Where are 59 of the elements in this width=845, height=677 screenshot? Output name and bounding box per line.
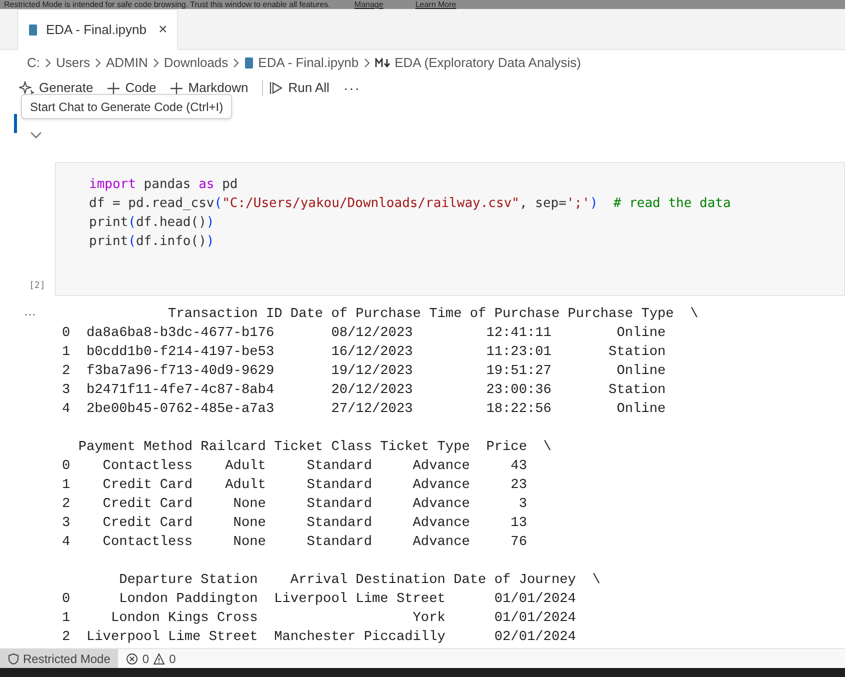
notebook-icon <box>28 24 38 36</box>
editor-tab[interactable]: EDA - Final.ipynb × <box>17 9 178 50</box>
run-all-icon <box>269 81 284 95</box>
output-line: Payment Method Railcard Ticket Class Ticket Type Price \ <box>77 439 552 457</box>
output-line: 4 2be00b45-0762-485e-a7a3 27/12/2023 18:22:56 Online <box>62 401 666 419</box>
tab-label: EDA - Final.ipynb <box>46 21 146 40</box>
output-line: Departure Station Arrival Destination Date of Journey \ <box>118 572 600 590</box>
code-cell[interactable]: import pandas as pd df = pd.read_csv("C:/Users/yakou/Downloads/railway.csv", sep=';') # read the data print(df.head()) print(df.info()) <box>55 162 845 296</box>
tooltip: Start Chat to Generate Code (Ctrl+I) <box>21 94 232 119</box>
code-line: df = pd.read_csv("C:/Users/yakou/Downloads/railway.csv", sep=';') # read the data <box>89 195 732 213</box>
chevron-right-icon <box>362 58 371 68</box>
breadcrumb-item[interactable]: Downloads <box>164 53 228 73</box>
problems-status[interactable]: 0 0 <box>118 650 184 668</box>
output-line: 2 Credit Card None Standard Advance 3 <box>62 496 527 514</box>
warning-icon <box>153 652 166 664</box>
output-line: 0 London Paddington Liverpool Lime Street 01/01/2024 <box>62 591 576 609</box>
close-icon[interactable]: × <box>158 18 168 42</box>
restricted-mode-status[interactable]: Restricted Mode <box>0 649 118 668</box>
code-line: print(df.info()) <box>89 233 216 251</box>
output-line: 2 Liverpool Lime Street Manchester Piccadilly 02/01/2024 <box>62 629 576 647</box>
output-line: 1 b0cdd1b0-f214-4197-be53 16/12/2023 11:23:01 Station <box>62 344 666 362</box>
cell-focus-bar <box>14 114 17 133</box>
shield-icon <box>8 652 19 664</box>
output-line: 1 London Kings Cross York 01/01/2024 <box>62 610 576 628</box>
output-line: Transaction ID Date of Purchase Time of Purchase Purchase Type \ <box>167 306 698 324</box>
output-line: 2 f3ba7a96-f713-40d9-9629 19/12/2023 19:51:27 Online <box>62 363 666 381</box>
chevron-right-icon <box>94 58 102 68</box>
code-line: import pandas as pd <box>89 176 239 194</box>
chevron-right-icon <box>152 58 160 68</box>
breadcrumb-item[interactable]: Users <box>56 53 90 73</box>
chevron-down-icon[interactable] <box>30 131 42 139</box>
breadcrumb-item[interactable]: EDA (Exploratory Data Analysis) <box>394 53 582 73</box>
output-line: 3 b2471f11-4fe7-4c87-8ab4 20/12/2023 23:00:36 Station <box>62 382 666 400</box>
chevron-right-icon <box>232 58 240 68</box>
markdown-icon <box>374 58 391 68</box>
toolbar-button[interactable]: Run All <box>269 77 330 99</box>
plus-icon <box>170 82 184 94</box>
output-line: 3 Credit Card None Standard Advance 13 <box>62 515 527 533</box>
output-line: 4 Contactless None Standard Advance 76 <box>62 534 527 552</box>
error-icon <box>126 652 138 664</box>
breadcrumb-item[interactable]: ADMIN <box>106 53 148 73</box>
banner-message: Restricted Mode is intended for safe code browsing. Trust this window to enable all features. <box>4 0 330 9</box>
error-count: 0 <box>142 650 150 668</box>
output-more-icon[interactable]: ··· <box>24 305 36 323</box>
notebook-icon <box>244 57 254 69</box>
breadcrumb-item[interactable]: EDA - Final.ipynb <box>258 53 359 73</box>
warning-count: 0 <box>169 650 176 668</box>
execution-count: [2] <box>29 280 46 293</box>
banner-link[interactable]: Learn More <box>415 0 456 9</box>
chevron-right-icon <box>44 58 52 68</box>
plus-icon <box>107 82 120 94</box>
breadcrumb-item[interactable]: C: <box>27 53 40 73</box>
output-line: 1 Credit Card Adult Standard Advance 23 <box>62 477 527 495</box>
banner-link[interactable]: Manage <box>354 0 384 9</box>
status-mode-label: Restricted Mode <box>23 650 110 668</box>
output-line: 0 Contactless Adult Standard Advance 43 <box>62 458 527 476</box>
output-line: 0 da8a6ba8-b3dc-4677-b176 08/12/2023 12:41:11 Online <box>62 325 666 343</box>
code-line: print(df.head()) <box>89 214 216 232</box>
sparkle-icon <box>19 81 34 95</box>
